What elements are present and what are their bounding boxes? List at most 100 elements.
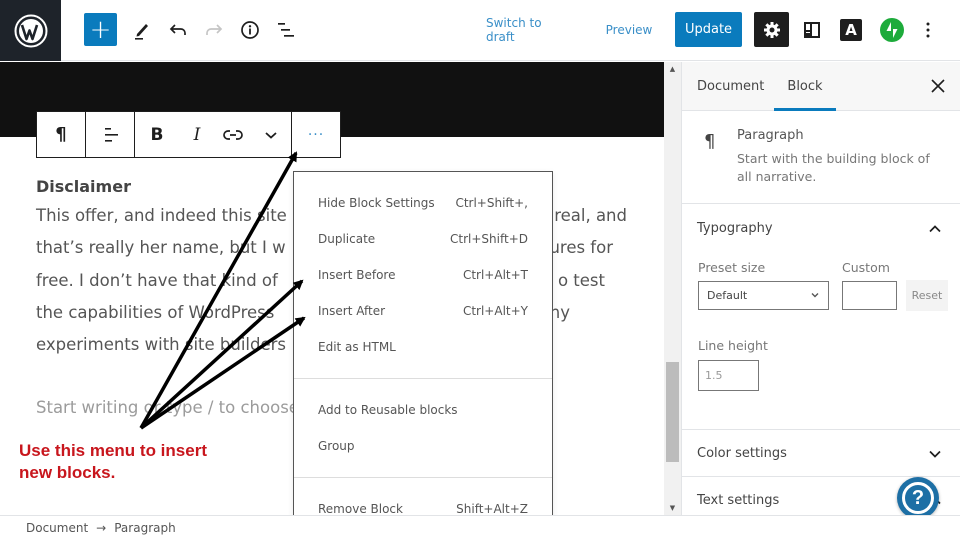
menu-item-label: Remove Block bbox=[318, 502, 403, 516]
chevron-down-icon bbox=[929, 450, 941, 458]
scroll-down-arrow-icon[interactable]: ▼ bbox=[664, 501, 681, 515]
block-options-menu: Hide Block Settings Ctrl+Shift+, Duplicat… bbox=[293, 171, 553, 535]
menu-group: Add to Reusable blocks Group bbox=[294, 379, 552, 478]
wordpress-logo[interactable] bbox=[0, 0, 61, 61]
block-layout-button[interactable] bbox=[799, 17, 825, 43]
tab-block[interactable]: Block bbox=[774, 62, 836, 111]
question-mark-icon: ? bbox=[902, 482, 934, 514]
preset-size-label: Preset size bbox=[698, 260, 766, 275]
bold-button[interactable]: B bbox=[135, 112, 179, 157]
typography-panel: Typography Preset size Custom Default Re… bbox=[682, 204, 960, 430]
menu-item-group[interactable]: Group bbox=[294, 428, 552, 464]
scrollbar-thumb[interactable] bbox=[666, 362, 679, 462]
menu-item-label: Group bbox=[318, 439, 355, 453]
block-type-button[interactable]: ¶ bbox=[37, 112, 85, 157]
menu-item-shortcut: Ctrl+Shift+D bbox=[450, 232, 528, 246]
gear-icon bbox=[763, 21, 780, 38]
preview-button[interactable]: Preview bbox=[604, 13, 654, 47]
menu-group: Hide Block Settings Ctrl+Shift+, Duplicat… bbox=[294, 172, 552, 379]
italic-icon: I bbox=[193, 124, 201, 145]
preset-size-value: Default bbox=[707, 289, 748, 302]
menu-item-add-to-reusable[interactable]: Add to Reusable blocks bbox=[294, 392, 552, 428]
menu-item-edit-as-html[interactable]: Edit as HTML bbox=[294, 329, 552, 365]
preset-size-select[interactable]: Default bbox=[698, 281, 829, 310]
block-card-description: Start with the building block of all nar… bbox=[737, 151, 930, 184]
paragraph-line-end: o test bbox=[557, 270, 605, 290]
options-menu-button[interactable] bbox=[918, 13, 938, 47]
tools-button[interactable] bbox=[127, 13, 157, 47]
block-layout-icon bbox=[804, 22, 820, 38]
text-settings-title: Text settings bbox=[697, 493, 780, 508]
block-card: ¶ Paragraph Start with the building bloc… bbox=[682, 111, 960, 204]
menu-item-shortcut: Shift+Alt+Z bbox=[456, 502, 528, 516]
menu-item-label: Edit as HTML bbox=[318, 340, 396, 354]
breadcrumb-paragraph[interactable]: Paragraph bbox=[114, 521, 175, 535]
link-icon bbox=[223, 129, 243, 140]
paragraph-line: the capabilities of WordPress bbox=[36, 302, 275, 322]
undo-button[interactable] bbox=[163, 13, 193, 47]
update-button[interactable]: Update bbox=[675, 12, 742, 47]
menu-item-label: Duplicate bbox=[318, 232, 376, 246]
astra-button[interactable]: A bbox=[840, 19, 862, 41]
block-card-title: Paragraph bbox=[737, 128, 804, 143]
annotation-text: Use this menu to insert new blocks. bbox=[19, 440, 207, 484]
menu-item-label: Insert After bbox=[318, 304, 386, 318]
link-button[interactable] bbox=[215, 112, 251, 157]
italic-button[interactable]: I bbox=[179, 112, 215, 157]
custom-size-label: Custom bbox=[842, 260, 890, 275]
paragraph-line: experiments with site builders bbox=[36, 335, 287, 355]
color-settings-title: Color settings bbox=[697, 446, 787, 461]
close-icon bbox=[931, 79, 945, 93]
custom-size-input[interactable] bbox=[842, 281, 897, 310]
close-sidebar-button[interactable] bbox=[926, 74, 950, 98]
paragraph-icon: ¶ bbox=[55, 124, 67, 145]
redo-icon bbox=[206, 24, 223, 35]
help-button[interactable]: ? bbox=[897, 477, 939, 519]
annotation-line: new blocks. bbox=[19, 463, 116, 482]
menu-item-hide-block-settings[interactable]: Hide Block Settings Ctrl+Shift+, bbox=[294, 185, 552, 221]
tab-document[interactable]: Document bbox=[697, 62, 764, 111]
paragraph-icon: ¶ bbox=[704, 131, 716, 152]
editor-scrollbar[interactable]: ▲ ▼ bbox=[664, 62, 681, 515]
menu-item-shortcut: Ctrl+Shift+, bbox=[455, 196, 528, 210]
chevron-down-icon bbox=[265, 131, 277, 139]
typography-panel-toggle[interactable]: Typography bbox=[697, 221, 773, 236]
paragraph-line: free. I don’t have that kind of bbox=[36, 270, 278, 290]
more-options-button[interactable]: ··· bbox=[292, 112, 340, 157]
jetpack-button[interactable] bbox=[880, 18, 904, 42]
arrow-right-icon: → bbox=[96, 521, 107, 535]
pencil-icon bbox=[135, 24, 148, 40]
chevron-up-icon[interactable] bbox=[928, 222, 942, 236]
details-button[interactable] bbox=[235, 13, 265, 47]
settings-button[interactable] bbox=[754, 12, 789, 47]
redo-button[interactable] bbox=[199, 13, 229, 47]
menu-item-shortcut: Ctrl+Alt+T bbox=[462, 268, 528, 282]
line-height-label: Line height bbox=[698, 338, 768, 353]
paragraph-line-end: ures for bbox=[549, 238, 613, 258]
sidebar-tabs: Document Block bbox=[682, 62, 960, 111]
menu-item-label: Insert Before bbox=[318, 268, 396, 282]
menu-item-label: Hide Block Settings bbox=[318, 196, 435, 210]
menu-item-insert-before[interactable]: Insert Before Ctrl+Alt+T bbox=[294, 257, 552, 293]
plus-icon: + bbox=[89, 14, 112, 45]
color-settings-panel[interactable]: Color settings bbox=[682, 430, 960, 477]
kebab-menu-icon bbox=[926, 22, 930, 38]
paragraph-line: that’s really her name, but I w bbox=[36, 238, 286, 258]
switch-to-draft-button[interactable]: Switch to draft bbox=[486, 13, 572, 47]
align-button[interactable] bbox=[86, 112, 134, 157]
list-view-icon bbox=[278, 23, 294, 37]
info-icon bbox=[241, 21, 259, 39]
list-view-button[interactable] bbox=[271, 13, 301, 47]
line-height-input[interactable]: 1.5 bbox=[698, 360, 759, 391]
menu-item-duplicate[interactable]: Duplicate Ctrl+Shift+D bbox=[294, 221, 552, 257]
reset-button[interactable]: Reset bbox=[906, 280, 948, 311]
menu-item-insert-after[interactable]: Insert After Ctrl+Alt+Y bbox=[294, 293, 552, 329]
breadcrumb-document[interactable]: Document bbox=[26, 521, 88, 535]
chevron-down-icon bbox=[811, 293, 819, 298]
settings-sidebar: Document Block ¶ Paragraph Start with th… bbox=[681, 62, 960, 515]
more-formatting-button[interactable] bbox=[251, 112, 291, 157]
menu-item-shortcut: Ctrl+Alt+Y bbox=[462, 304, 528, 318]
scroll-up-arrow-icon[interactable]: ▲ bbox=[664, 62, 681, 76]
add-block-button[interactable]: + bbox=[84, 13, 117, 46]
annotation-line: Use this menu to insert bbox=[19, 441, 207, 460]
